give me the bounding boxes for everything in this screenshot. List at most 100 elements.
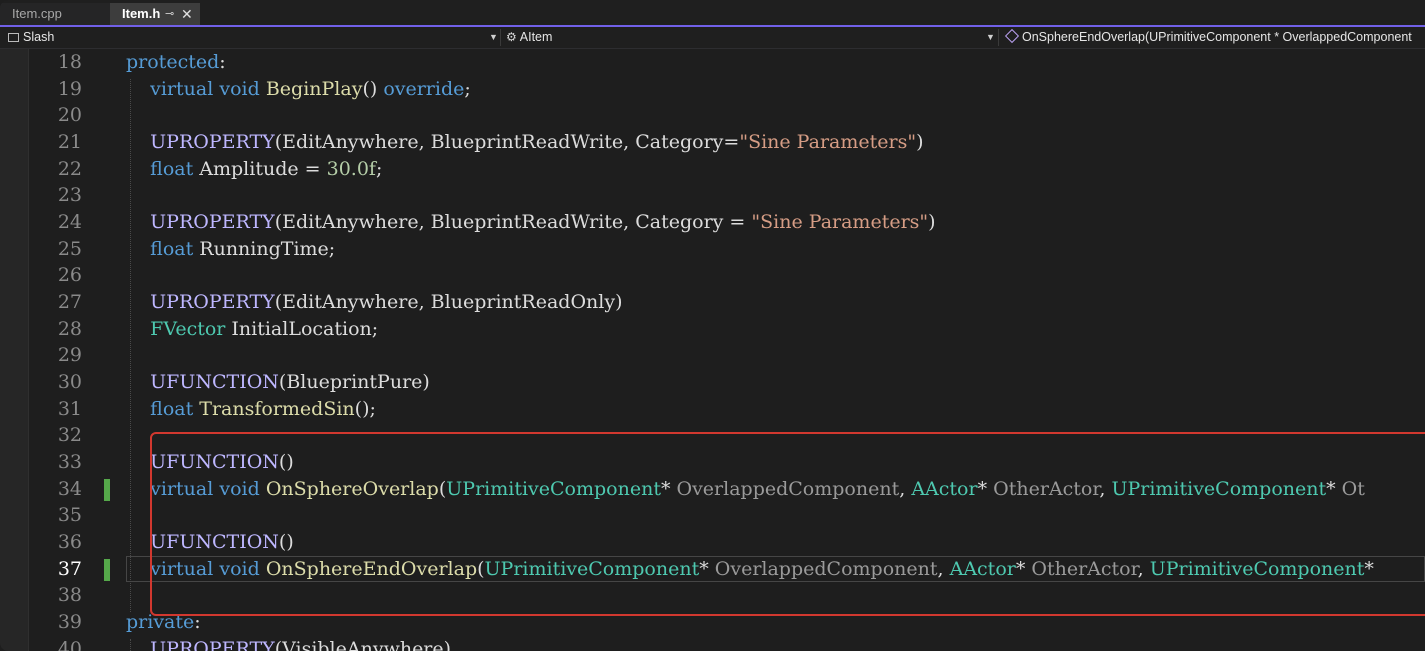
code-token: BeginPlay — [265, 77, 363, 100]
method-icon — [1004, 28, 1020, 44]
code-line[interactable]: 29 — [0, 342, 1425, 369]
line-number: 26 — [57, 264, 82, 287]
code-token: RunningTime; — [199, 237, 336, 260]
code-token: Amplitude = — [199, 157, 327, 180]
chevron-down-icon[interactable]: ▼ — [986, 27, 995, 48]
code-token: (EditAnywhere, BlueprintReadWrite, Categ… — [274, 211, 752, 234]
code-line[interactable]: 30 UFUNCTION(BlueprintPure) — [0, 369, 1425, 396]
code-token: UPROPERTY — [126, 291, 275, 314]
code-token: UPROPERTY — [126, 637, 275, 651]
project-dropdown[interactable]: Slash — [8, 27, 488, 48]
code-line[interactable]: 18 protected: — [0, 49, 1425, 76]
nav-divider — [500, 29, 501, 46]
document-tab-strip: Item.cpp Item.h ⊸ ✕ — [0, 0, 1425, 27]
code-token: UPROPERTY — [126, 211, 275, 234]
line-number: 32 — [57, 424, 82, 447]
code-line[interactable]: 40 UPROPERTY(VisibleAnywhere) — [0, 636, 1425, 651]
class-icon: ⚙ — [506, 30, 517, 44]
line-number: 24 — [57, 211, 82, 234]
code-token: float — [126, 237, 200, 260]
code-token: (EditAnywhere, BlueprintReadWrite, Categ… — [274, 131, 740, 153]
line-number: 21 — [57, 131, 82, 153]
line-number: 28 — [57, 317, 82, 340]
code-token: ; — [375, 157, 383, 180]
project-icon — [8, 33, 19, 42]
code-editor-window: Item.cpp Item.h ⊸ ✕ Slash ▼ ⚙ AItem ▼ OnS… — [0, 0, 1425, 651]
code-text: FVector InitialLocation; — [126, 316, 378, 343]
code-text: UPROPERTY(EditAnywhere, BlueprintReadWri… — [126, 129, 923, 156]
code-line[interactable]: 21 UPROPERTY(EditAnywhere, BlueprintRead… — [0, 129, 1425, 156]
code-token: ) — [928, 211, 936, 234]
code-text: float Amplitude = 30.0f; — [126, 156, 382, 183]
code-token: float — [126, 397, 200, 420]
code-line[interactable]: 26 — [0, 262, 1425, 289]
code-token: virtual void — [126, 77, 266, 100]
pin-icon[interactable]: ⊸ — [165, 3, 179, 25]
code-line[interactable]: 27 UPROPERTY(EditAnywhere, BlueprintRead… — [0, 289, 1425, 316]
line-number: 19 — [57, 77, 82, 100]
line-number: 23 — [57, 184, 82, 207]
line-number: 35 — [57, 504, 82, 527]
code-token: (BlueprintPure) — [278, 371, 430, 394]
code-token: (EditAnywhere, BlueprintReadOnly) — [274, 291, 623, 314]
code-text: virtual void BeginPlay() override; — [126, 76, 471, 103]
code-token: TransformedSin — [199, 397, 355, 420]
line-number: 25 — [57, 237, 82, 260]
code-text: protected: — [126, 49, 226, 76]
code-token: "Sine Parameters" — [751, 211, 929, 234]
nav-divider — [998, 29, 999, 46]
code-text: UPROPERTY(VisibleAnywhere) — [126, 636, 451, 651]
line-number: 33 — [57, 451, 82, 474]
change-marker — [104, 478, 110, 502]
member-name: OnSphereEndOverlap(UPrimitiveComponent *… — [1022, 30, 1412, 44]
line-number: 34 — [57, 477, 82, 500]
tab-item-h[interactable]: Item.h ⊸ ✕ — [110, 3, 200, 25]
code-text: UPROPERTY(EditAnywhere, BlueprintReadWri… — [126, 209, 936, 236]
close-icon[interactable]: ✕ — [181, 3, 195, 25]
code-token: ) — [916, 131, 924, 153]
line-number: 37 — [57, 557, 82, 580]
chevron-down-icon[interactable]: ▼ — [489, 27, 498, 48]
code-token: override — [383, 77, 465, 100]
code-token: "Sine Parameters" — [739, 131, 917, 153]
code-editor[interactable]: 18 protected: 19 virtual void BeginPlay() … — [0, 49, 1425, 651]
line-number: 39 — [57, 611, 82, 634]
code-line[interactable]: 25 float RunningTime; — [0, 236, 1425, 263]
line-number: 36 — [57, 531, 82, 554]
line-number: 27 — [57, 291, 82, 314]
highlight-annotation-box — [150, 432, 1425, 616]
code-text: UPROPERTY(EditAnywhere, BlueprintReadOnl… — [126, 289, 622, 316]
tab-item-cpp[interactable]: Item.cpp — [0, 3, 110, 25]
code-text: float TransformedSin(); — [126, 396, 376, 423]
code-token: (VisibleAnywhere) — [274, 637, 452, 651]
code-line[interactable]: 23 — [0, 182, 1425, 209]
scope-name: AItem — [519, 30, 553, 44]
tab-label: Item.h — [122, 6, 161, 21]
line-number: 40 — [57, 637, 82, 651]
code-token: (); — [354, 397, 376, 420]
code-line[interactable]: 20 — [0, 102, 1425, 129]
line-number: 29 — [57, 344, 82, 367]
code-line[interactable]: 28 FVector InitialLocation; — [0, 316, 1425, 343]
code-token: FVector — [126, 317, 232, 340]
code-token: UFUNCTION — [126, 371, 279, 394]
navigation-bar: Slash ▼ ⚙ AItem ▼ OnSphereEndOverlap(UPri… — [0, 27, 1425, 49]
tab-label: Item.cpp — [12, 6, 62, 21]
code-line[interactable]: 24 UPROPERTY(EditAnywhere, BlueprintRead… — [0, 209, 1425, 236]
code-line[interactable]: 31 float TransformedSin(); — [0, 396, 1425, 423]
code-token: InitialLocation; — [231, 317, 379, 340]
code-text: UFUNCTION(BlueprintPure) — [126, 369, 430, 396]
code-line[interactable]: 22 float Amplitude = 30.0f; — [0, 156, 1425, 183]
code-token: protected — [126, 51, 220, 73]
line-number: 38 — [57, 584, 82, 607]
code-line[interactable]: 19 virtual void BeginPlay() override; — [0, 76, 1425, 103]
line-number: 31 — [57, 397, 82, 420]
line-number: 18 — [57, 51, 82, 73]
code-token: ; — [464, 77, 471, 100]
member-dropdown[interactable]: OnSphereEndOverlap(UPrimitiveComponent *… — [1004, 27, 1425, 48]
scope-dropdown[interactable]: ⚙ AItem — [506, 27, 982, 48]
code-token: float — [126, 157, 200, 180]
code-token: 30.0f — [326, 157, 376, 180]
code-token: UPROPERTY — [126, 131, 275, 153]
line-number: 20 — [57, 104, 82, 127]
